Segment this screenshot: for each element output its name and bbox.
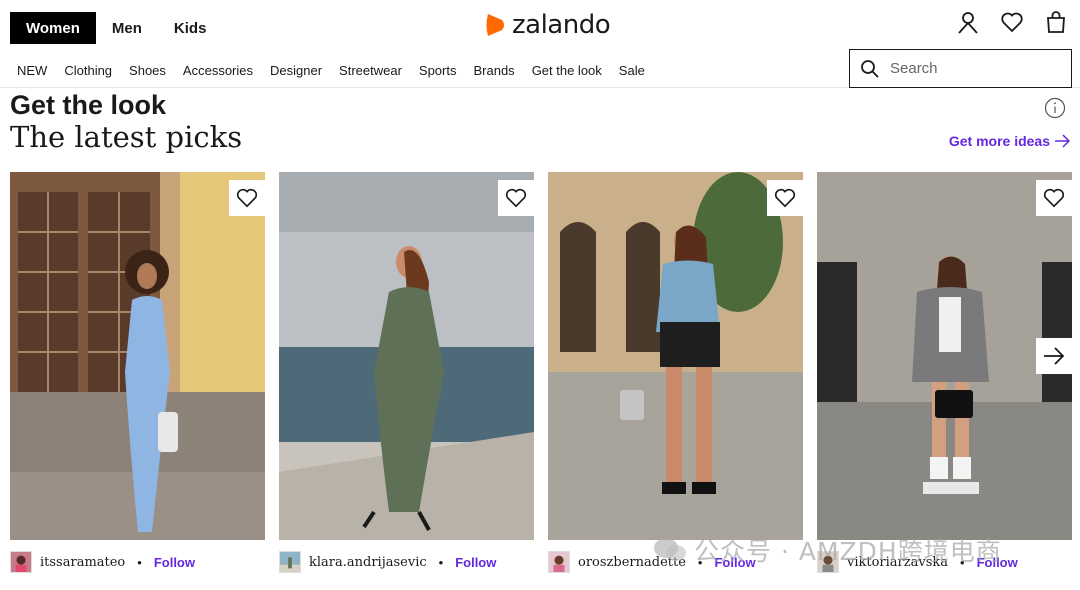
look-card[interactable]: klara.andrijasevic • Follow [279, 172, 534, 577]
nav-item-shoes[interactable]: Shoes [129, 63, 166, 78]
separator-dot: • [438, 554, 444, 570]
avatar[interactable] [10, 551, 32, 573]
avatar[interactable] [548, 551, 570, 573]
separator-dot: • [137, 554, 142, 570]
look-photo [10, 172, 265, 540]
tab-men[interactable]: Men [96, 12, 158, 44]
creator-username[interactable]: itssaramateo [40, 555, 125, 570]
look-card[interactable]: oroszbernadette • Follow [548, 172, 803, 577]
tab-kids[interactable]: Kids [158, 12, 223, 44]
bag-icon[interactable] [1044, 10, 1068, 34]
wechat-icon [654, 538, 686, 561]
header-actions [956, 10, 1068, 34]
nav-item-accessories[interactable]: Accessories [183, 63, 253, 78]
nav-item-sports[interactable]: Sports [419, 63, 457, 78]
get-more-ideas-label: Get more ideas [948, 133, 1050, 149]
look-photo [817, 172, 1072, 540]
info-icon[interactable] [1044, 97, 1066, 119]
follow-button[interactable]: Follow [455, 555, 496, 570]
look-photo [548, 172, 803, 540]
nav-item-designer[interactable]: Designer [270, 63, 322, 78]
carousel-next-button[interactable] [1036, 338, 1072, 374]
nav-item-get-the-look[interactable]: Get the look [532, 63, 602, 78]
tab-women[interactable]: Women [10, 12, 96, 44]
wishlist-button[interactable] [229, 180, 265, 216]
creator-username[interactable]: klara.andrijasevic [309, 555, 427, 570]
nav-item-new[interactable]: NEW [17, 63, 47, 78]
creator-row: itssaramateo • Follow [10, 551, 195, 573]
creator-row: klara.andrijasevic • Follow [279, 551, 496, 573]
nav-item-clothing[interactable]: Clothing [64, 63, 112, 78]
search-box[interactable] [849, 49, 1072, 88]
heart-icon[interactable] [1000, 10, 1024, 34]
watermark: 公众号 · AMZDH跨境电商 [652, 532, 1002, 568]
look-card[interactable]: itssaramateo • Follow [10, 172, 265, 577]
heart-outline-icon [505, 188, 527, 208]
wishlist-button[interactable] [1036, 180, 1072, 216]
nav-item-brands[interactable]: Brands [473, 63, 514, 78]
logo-mark-icon [486, 14, 504, 36]
heart-outline-icon [1043, 188, 1065, 208]
nav-item-sale[interactable]: Sale [619, 63, 645, 78]
look-image[interactable] [279, 172, 534, 540]
get-more-ideas-link[interactable]: Get more ideas [949, 133, 1070, 149]
wishlist-button[interactable] [767, 180, 803, 216]
watermark-text: 公众号 · AMZDH跨境电商 [694, 537, 1002, 566]
search-icon [861, 59, 879, 78]
arrow-right-icon [1055, 134, 1070, 148]
logo-text: zalando [512, 10, 611, 40]
section-title: Get the look [10, 90, 167, 120]
category-nav: NEW Clothing Shoes Accessories Designer … [17, 63, 662, 78]
gender-tabs: Women Men Kids [10, 12, 222, 44]
arrow-right-icon [1044, 347, 1065, 365]
look-photo [279, 172, 534, 540]
zalando-logo[interactable]: zalando [484, 10, 611, 40]
user-icon[interactable] [956, 10, 980, 34]
nav-item-streetwear[interactable]: Streetwear [339, 63, 402, 78]
look-image[interactable] [548, 172, 803, 540]
wishlist-button[interactable] [498, 180, 534, 216]
follow-button[interactable]: Follow [154, 555, 195, 570]
look-image[interactable] [10, 172, 265, 540]
search-input[interactable] [890, 60, 1050, 77]
look-image[interactable] [817, 172, 1072, 540]
look-card[interactable]: viktoriarzavska • Follow [817, 172, 1072, 577]
heart-outline-icon [774, 188, 796, 208]
site-header: Women Men Kids zalando NEW Clothing Shoe… [0, 0, 1080, 88]
avatar[interactable] [279, 551, 301, 573]
heart-outline-icon [236, 188, 258, 208]
section-subtitle: The latest picks [10, 120, 243, 154]
